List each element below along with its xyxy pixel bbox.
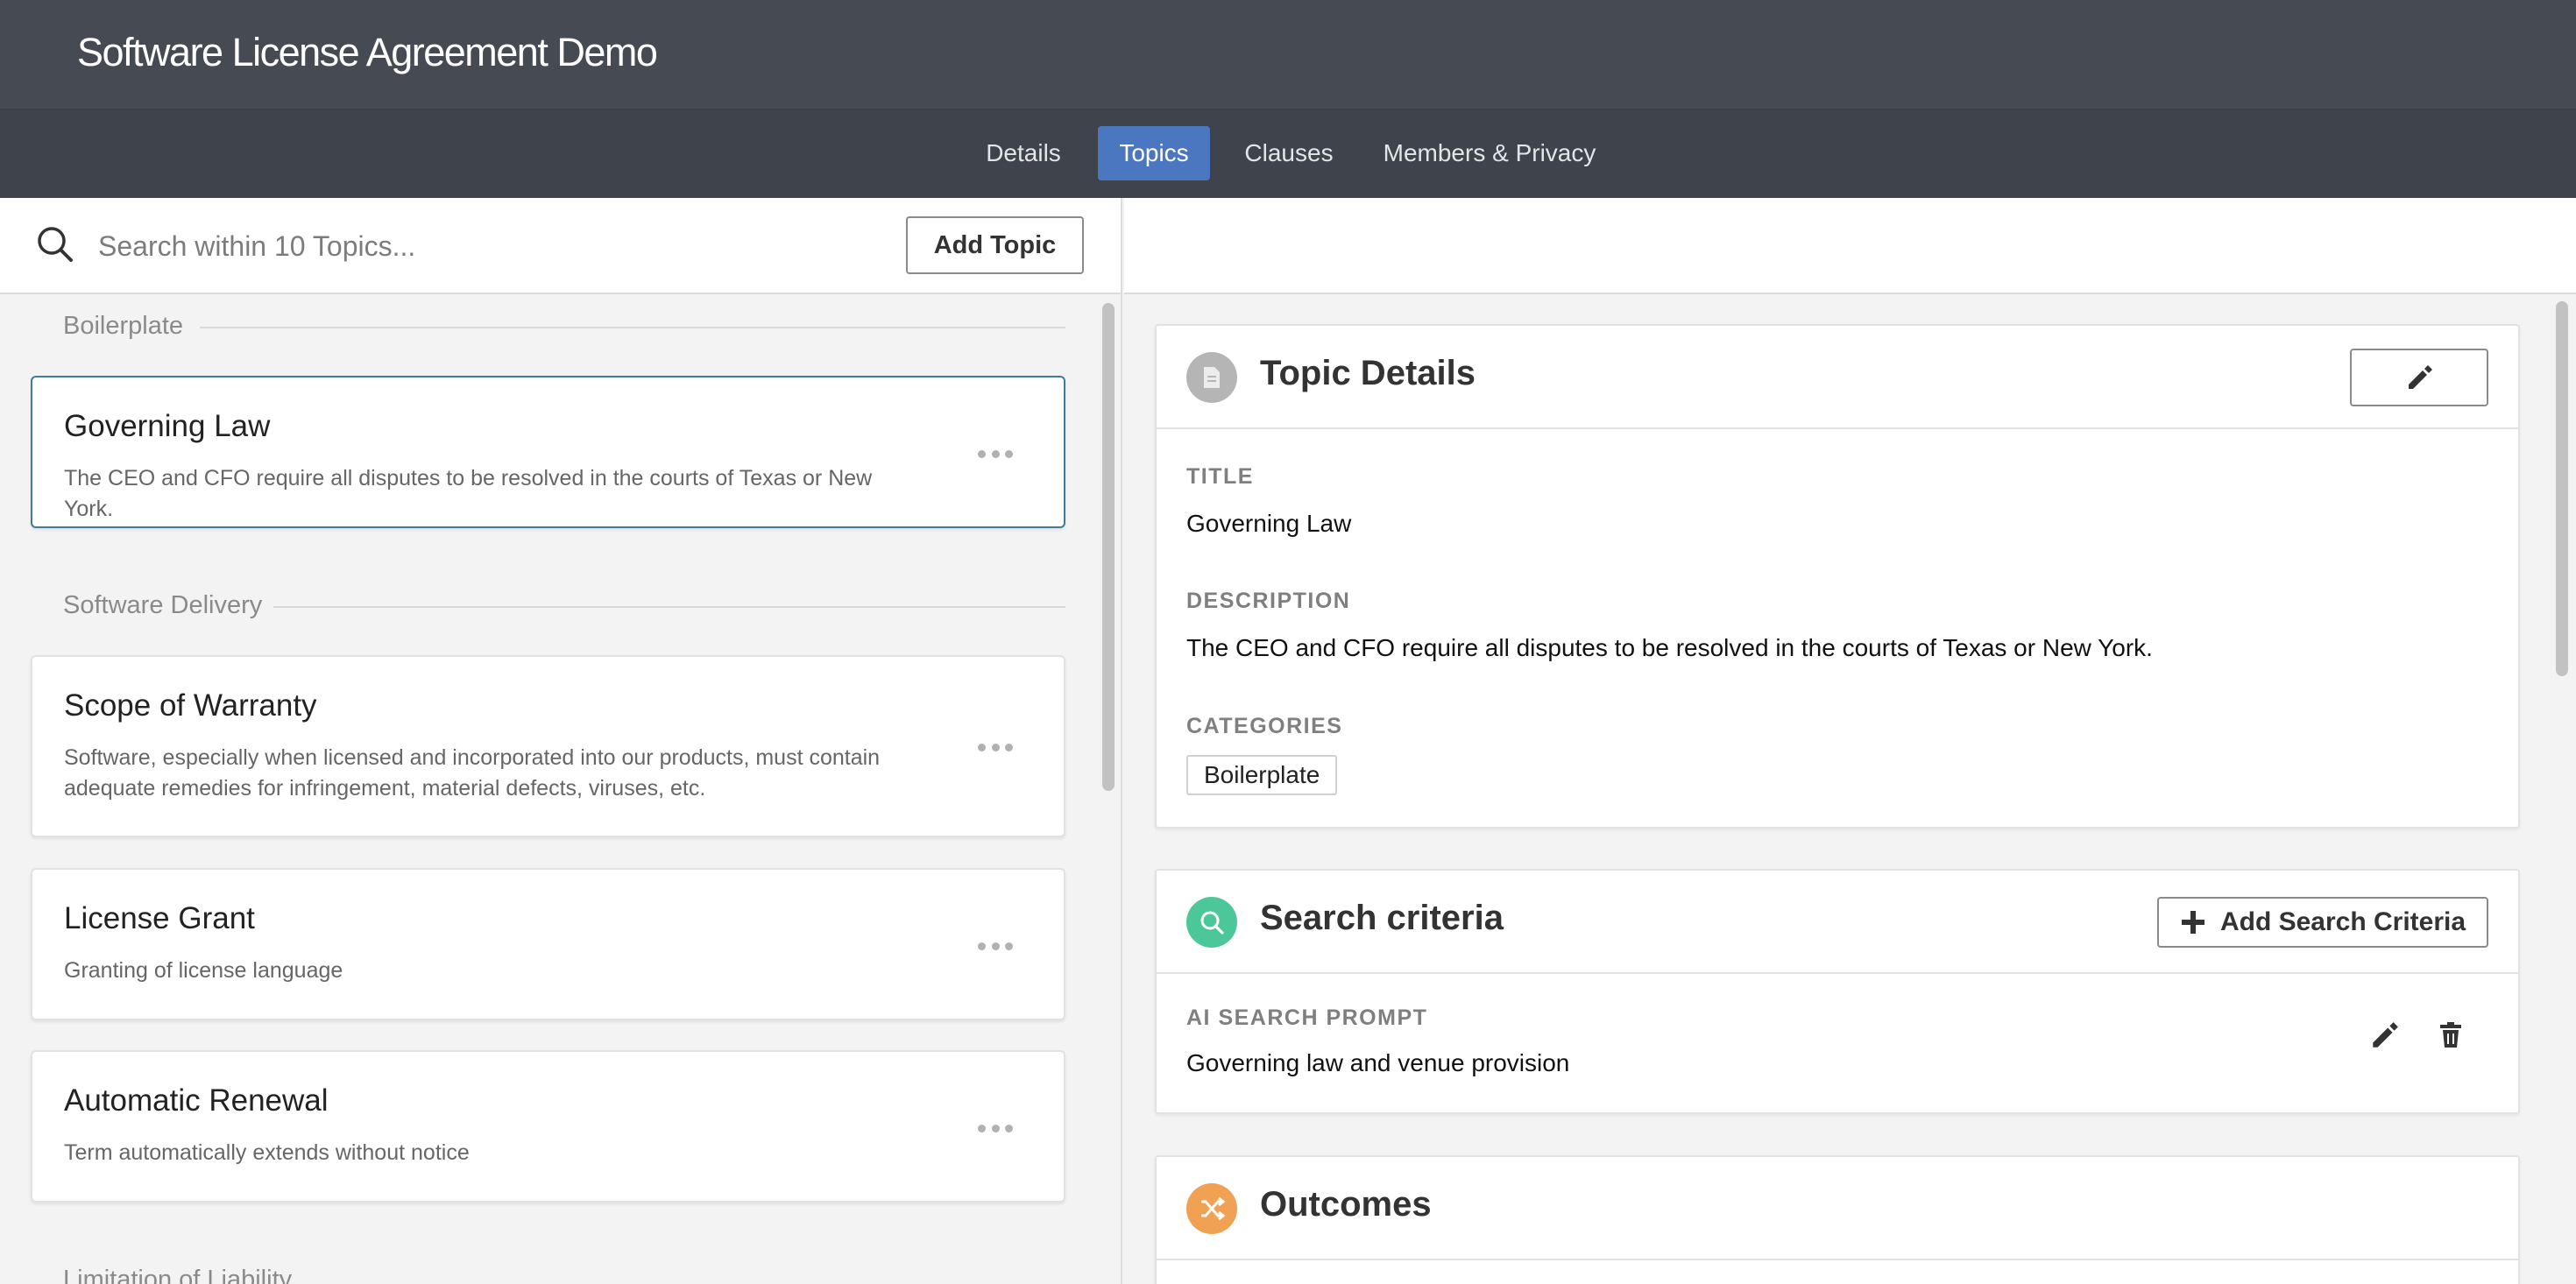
topic-title: Scope of Warranty: [64, 688, 317, 723]
add-search-criteria-button[interactable]: Add Search Criteria: [2157, 897, 2488, 948]
tab-topics[interactable]: Topics: [1098, 126, 1210, 180]
field-value-description: The CEO and CFO require all disputes to …: [1186, 634, 2153, 661]
outcomes-panel: Outcomes: [1155, 1155, 2520, 1284]
topic-title: Governing Law: [64, 409, 271, 443]
field-label-ai-search-prompt: AI SEARCH PROMPT: [1186, 1005, 1428, 1030]
topic-card-license-grant[interactable]: License Grant Granting of license langua…: [31, 868, 1065, 1020]
topic-description: Software, especially when licensed and i…: [64, 745, 881, 801]
section-divider: [200, 327, 1065, 328]
panel-header: Topic Details: [1157, 326, 2518, 429]
panel-title: Search criteria: [1260, 899, 1504, 937]
topic-card-scope-of-warranty[interactable]: Scope of Warranty Software, especially w…: [31, 655, 1065, 837]
edit-topic-button[interactable]: [2350, 349, 2488, 406]
category-tag: Boilerplate: [1186, 755, 1338, 795]
delete-criteria-button[interactable]: [2431, 1016, 2470, 1055]
plus-icon: [2181, 911, 2204, 934]
scrollbar-thumb[interactable]: [1102, 303, 1115, 791]
tab-clauses[interactable]: Clauses: [1232, 126, 1346, 180]
field-value-ai-search-prompt: Governing law and venue provision: [1186, 1049, 1570, 1076]
tab-members-privacy[interactable]: Members & Privacy: [1376, 126, 1603, 180]
topic-description: Granting of license language: [64, 958, 343, 983]
panel-header: Outcomes: [1157, 1157, 2518, 1260]
topic-search-bar: Add Topic: [0, 198, 1121, 294]
field-label-categories: CATEGORIES: [1186, 714, 1343, 738]
topic-title: Automatic Renewal: [64, 1083, 329, 1118]
pencil-icon: [2373, 1022, 2398, 1048]
more-icon[interactable]: [978, 448, 1013, 460]
tab-details[interactable]: Details: [967, 126, 1079, 180]
topic-description: Term automatically extends without notic…: [64, 1140, 470, 1165]
field-value-title: Governing Law: [1186, 510, 1352, 537]
app-title: Software License Agreement Demo: [77, 30, 658, 74]
add-topic-button[interactable]: Add Topic: [906, 216, 1084, 274]
topic-card-governing-law[interactable]: Governing Law The CEO and CFO require al…: [31, 376, 1065, 528]
pencil-icon: [2409, 365, 2432, 389]
field-label-title: TITLE: [1186, 464, 1254, 489]
topic-card-automatic-renewal[interactable]: Automatic Renewal Term automatically ext…: [31, 1050, 1065, 1203]
section-header-limitation-of-liability: Limitation of Liability: [63, 1265, 293, 1284]
topic-title: License Grant: [64, 901, 255, 935]
section-divider: [273, 606, 1065, 608]
more-icon[interactable]: [978, 940, 1013, 952]
search-icon: [38, 227, 73, 262]
search-criteria-panel: Search criteria Add Search Criteria AI S…: [1155, 869, 2520, 1114]
edit-criteria-button[interactable]: [2365, 1016, 2403, 1055]
shuffle-icon: [1186, 1183, 1237, 1234]
scrollbar-thumb[interactable]: [2556, 301, 2568, 676]
more-icon[interactable]: [978, 1122, 1013, 1134]
topic-detail-pane: Topic Details TITLE Governing Law DESCRI…: [1124, 198, 2576, 1284]
detail-topbar: [1124, 198, 2576, 294]
magnifier-icon: [1186, 897, 1237, 948]
document-icon: [1186, 352, 1237, 403]
field-label-description: DESCRIPTION: [1186, 589, 1351, 613]
tab-bar: Details Topics Clauses Members & Privacy: [0, 110, 2576, 198]
topic-description: The CEO and CFO require all disputes to …: [64, 466, 873, 521]
topic-details-panel: Topic Details TITLE Governing Law DESCRI…: [1155, 324, 2520, 829]
topics-list-pane: Add Topic Boilerplate Governing Law The …: [0, 198, 1122, 1284]
section-header-software-delivery: Software Delivery: [63, 590, 263, 619]
panel-title: Outcomes: [1260, 1185, 1432, 1224]
add-search-criteria-label: Add Search Criteria: [2219, 907, 2466, 936]
section-header-boilerplate: Boilerplate: [63, 311, 184, 340]
panel-title: Topic Details: [1260, 354, 1476, 392]
app-header: Software License Agreement Demo: [0, 0, 2576, 110]
more-icon[interactable]: [978, 741, 1013, 753]
topic-search-input[interactable]: [98, 220, 869, 272]
trash-icon: [2440, 1022, 2461, 1048]
panel-header: Search criteria Add Search Criteria: [1157, 871, 2518, 974]
